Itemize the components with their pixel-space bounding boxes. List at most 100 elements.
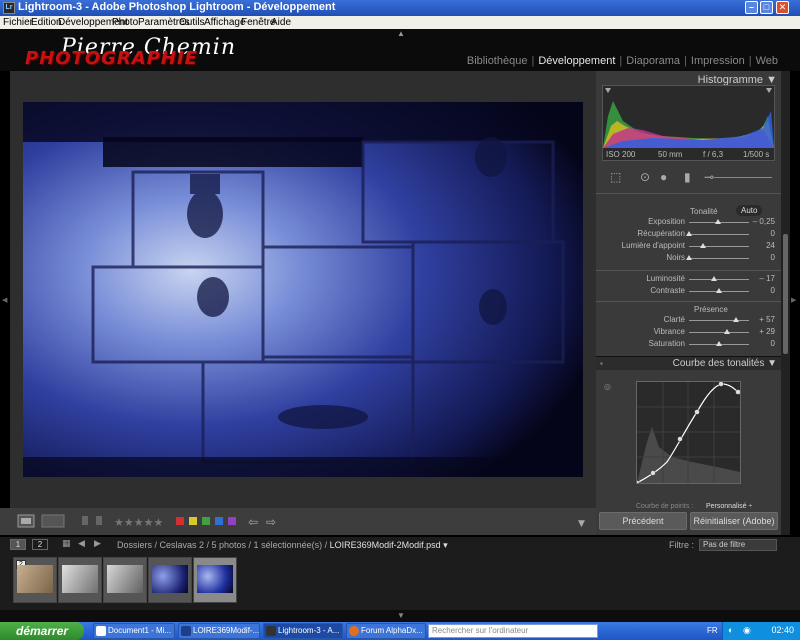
crop-icon[interactable]: ⬚ bbox=[610, 170, 621, 184]
slider-track[interactable] bbox=[686, 255, 749, 260]
slider-track[interactable] bbox=[689, 341, 749, 346]
color-label-red[interactable] bbox=[176, 517, 184, 525]
slider-contraste[interactable]: Contraste 0 bbox=[596, 286, 781, 298]
slider-track[interactable] bbox=[686, 231, 749, 236]
filmstrip-thumbnail[interactable]: 2 bbox=[13, 557, 57, 603]
slider-saturation[interactable]: Saturation 0 bbox=[596, 339, 781, 351]
slider-thumb[interactable] bbox=[711, 276, 718, 281]
scrollbar-thumb[interactable] bbox=[783, 234, 788, 354]
main-photo[interactable] bbox=[23, 102, 583, 477]
red-eye-icon[interactable]: ● bbox=[660, 170, 667, 184]
filmstrip-thumbnail[interactable] bbox=[103, 557, 147, 603]
spot-removal-icon[interactable]: ⊙ bbox=[640, 170, 650, 184]
task-document1[interactable]: Document1 - Mi... bbox=[93, 623, 175, 639]
tray-volume-icon[interactable]: ◉ bbox=[743, 625, 751, 636]
previous-settings-button[interactable]: Précédent bbox=[599, 512, 687, 530]
menu-edition[interactable]: Edition bbox=[31, 17, 62, 28]
module-diaporama[interactable]: Diaporama bbox=[626, 55, 680, 67]
panel-switch-icon[interactable]: ▪ bbox=[600, 359, 603, 368]
auto-tone-button[interactable]: Auto bbox=[736, 205, 763, 216]
color-label-blue[interactable] bbox=[215, 517, 223, 525]
slider-value[interactable]: + 57 bbox=[759, 315, 775, 324]
flag-reject-icon[interactable] bbox=[96, 516, 102, 525]
point-curve-select[interactable]: Personnalisé ÷ bbox=[706, 503, 752, 510]
rating-stars[interactable]: ★★★★★ bbox=[114, 516, 163, 529]
slider-thumb[interactable] bbox=[686, 231, 692, 236]
module-developpement[interactable]: Développement bbox=[538, 55, 615, 67]
left-panel-toggle-icon[interactable]: ◀ bbox=[2, 296, 7, 304]
menu-photo[interactable]: Photo bbox=[112, 17, 138, 28]
slider-thumb[interactable] bbox=[716, 288, 722, 293]
brush-size-slider[interactable] bbox=[714, 177, 772, 178]
slider-track[interactable] bbox=[689, 288, 749, 293]
module-impression[interactable]: Impression bbox=[691, 55, 745, 67]
menu-affichage[interactable]: Affichage bbox=[204, 17, 246, 28]
target-adjust-icon[interactable]: ◎ bbox=[604, 382, 611, 391]
start-button[interactable]: démarrer bbox=[0, 622, 84, 640]
close-icon[interactable]: ✕ bbox=[776, 1, 789, 14]
slider-value[interactable]: – 0,25 bbox=[753, 217, 775, 226]
flag-pick-icon[interactable] bbox=[82, 516, 88, 525]
slider-thumb[interactable] bbox=[724, 329, 731, 334]
top-panel-toggle-icon[interactable]: ▲ bbox=[397, 29, 405, 38]
filmstrip-thumbnail[interactable] bbox=[58, 557, 102, 603]
tone-curve-graph[interactable] bbox=[634, 381, 741, 486]
slider-luminosite[interactable]: Luminosité – 17 bbox=[596, 274, 781, 286]
breadcrumb[interactable]: Dossiers / Ceslavas 2 / 5 photos / 1 sél… bbox=[117, 540, 448, 551]
desktop-search-input[interactable]: Rechercher sur l'ordinateur bbox=[428, 624, 598, 638]
right-panel-scrollbar[interactable] bbox=[781, 71, 790, 535]
slider-vibrance[interactable]: Vibrance + 29 bbox=[596, 327, 781, 339]
color-label-purple[interactable] bbox=[228, 517, 236, 525]
tray-network-icon[interactable]: ◐ bbox=[728, 625, 733, 635]
slider-track[interactable] bbox=[689, 329, 749, 334]
slider-value[interactable]: + 29 bbox=[759, 327, 775, 336]
task-photoshop[interactable]: LOIRE369Modif-... bbox=[178, 623, 260, 639]
grid-view-icon[interactable]: ▦ bbox=[62, 538, 71, 549]
module-bibliotheque[interactable]: Bibliothèque bbox=[467, 55, 528, 67]
toolbar-menu-icon[interactable]: ▼ bbox=[578, 519, 585, 529]
reset-button[interactable]: Réinitialiser (Adobe) bbox=[690, 512, 778, 530]
slider-recuperation[interactable]: Récupération 0 bbox=[596, 229, 781, 241]
slider-lumiere-appoint[interactable]: Lumière d'appoint 24 bbox=[596, 241, 781, 253]
filmstrip-toggle-icon[interactable]: ▼ bbox=[397, 611, 405, 620]
module-web[interactable]: Web bbox=[756, 55, 778, 67]
slider-thumb[interactable] bbox=[732, 317, 739, 322]
color-label-green[interactable] bbox=[202, 517, 210, 525]
next-photo-icon[interactable]: ⇨ bbox=[266, 515, 276, 529]
slider-track[interactable] bbox=[689, 243, 749, 248]
tone-curve-header[interactable]: ▪ Courbe des tonalités ▼ bbox=[596, 356, 781, 370]
current-filename[interactable]: LOIRE369Modif-2Modif.psd ▾ bbox=[330, 540, 448, 550]
adjustment-brush-icon[interactable]: ⊸ bbox=[704, 170, 714, 184]
slider-value[interactable]: 0 bbox=[771, 229, 775, 238]
slider-track[interactable] bbox=[689, 317, 749, 322]
maximize-icon[interactable]: □ bbox=[760, 1, 773, 14]
filmstrip-thumbnail-selected[interactable] bbox=[193, 557, 237, 603]
slider-thumb[interactable] bbox=[686, 255, 692, 260]
menu-fichier[interactable]: Fichier bbox=[3, 17, 33, 28]
menu-outils[interactable]: Outils bbox=[179, 17, 205, 28]
graduated-filter-icon[interactable]: ▮ bbox=[684, 170, 691, 184]
filmstrip-back-icon[interactable]: ◀ bbox=[78, 538, 85, 549]
window-1-button[interactable]: 1 bbox=[10, 539, 26, 550]
slider-exposition[interactable]: Exposition – 0,25 bbox=[596, 217, 781, 229]
slider-track[interactable] bbox=[689, 219, 749, 224]
slider-value[interactable]: – 17 bbox=[759, 274, 775, 283]
slider-value[interactable]: 24 bbox=[766, 241, 775, 250]
window-2-button[interactable]: 2 bbox=[32, 539, 48, 550]
language-indicator[interactable]: FR bbox=[707, 626, 718, 635]
filmstrip-thumbnail[interactable] bbox=[148, 557, 192, 603]
previous-photo-icon[interactable]: ⇦ bbox=[248, 515, 258, 529]
filmstrip-forward-icon[interactable]: ▶ bbox=[94, 538, 101, 549]
slider-value[interactable]: 0 bbox=[771, 339, 775, 348]
slider-thumb[interactable] bbox=[714, 219, 721, 224]
before-after-icon[interactable] bbox=[41, 514, 65, 528]
slider-clarte[interactable]: Clarté + 57 bbox=[596, 315, 781, 327]
slider-value[interactable]: 0 bbox=[771, 253, 775, 262]
color-label-yellow[interactable] bbox=[189, 517, 197, 525]
slider-thumb[interactable] bbox=[716, 341, 722, 346]
right-panel-toggle-icon[interactable]: ▶ bbox=[791, 296, 796, 304]
slider-value[interactable]: 0 bbox=[771, 286, 775, 295]
filter-select[interactable]: Pas de filtre bbox=[699, 539, 777, 551]
slider-noirs[interactable]: Noirs 0 bbox=[596, 253, 781, 265]
slider-thumb[interactable] bbox=[700, 243, 707, 248]
